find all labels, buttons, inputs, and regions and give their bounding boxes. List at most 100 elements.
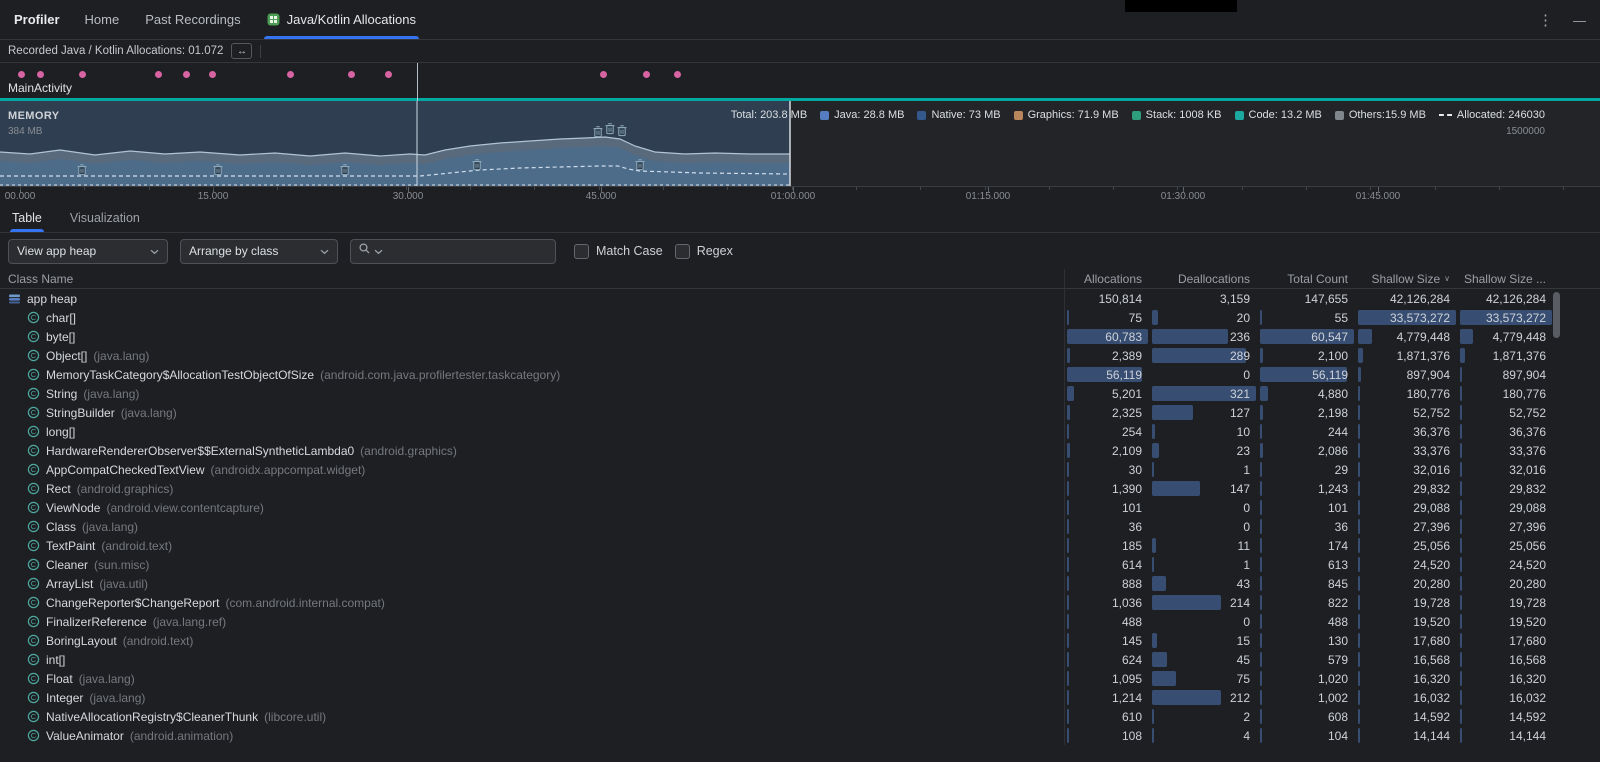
- value-heat-bar: [1460, 690, 1462, 705]
- allocation-event-dot[interactable]: [209, 71, 216, 78]
- numeric-cell: 19,520: [1356, 612, 1458, 631]
- column-header-class-name[interactable]: Class Name: [0, 269, 1065, 288]
- table-row[interactable]: CChangeReporter$ChangeReport(com.android…: [0, 593, 1600, 612]
- package-name: (java.lang): [82, 520, 138, 534]
- table-row[interactable]: CFinalizerReference(java.lang.ref)488048…: [0, 612, 1600, 631]
- table-row[interactable]: CValueAnimator(android.animation)1084104…: [0, 726, 1600, 745]
- value-heat-bar: [1152, 595, 1221, 610]
- heap-dropdown[interactable]: View app heap: [8, 239, 168, 264]
- numeric-cell: 2,389: [1065, 346, 1150, 365]
- search-input[interactable]: [386, 244, 548, 258]
- profiler-window: Profiler HomePast RecordingsJava/Kotlin …: [0, 0, 1600, 762]
- zoom-to-fit-button[interactable]: ↔: [231, 43, 252, 59]
- table-row[interactable]: Cchar[]75205533,573,27233,573,272: [0, 308, 1600, 327]
- time-label: 01:00.000: [771, 191, 816, 202]
- value-heat-bar: [1460, 462, 1462, 477]
- column-header-shallow-size[interactable]: Shallow Size ∨: [1356, 269, 1458, 288]
- window-icons: ⋮ —: [1538, 0, 1586, 40]
- allocation-event-dot[interactable]: [287, 71, 294, 78]
- package-name: (android.view.contentcapture): [106, 501, 263, 515]
- numeric-cell: 14,144: [1458, 726, 1554, 745]
- table-row[interactable]: CRect(android.graphics)1,3901471,24329,8…: [0, 479, 1600, 498]
- svg-text:C: C: [31, 731, 37, 740]
- table-row[interactable]: CStringBuilder(java.lang)2,3251272,19852…: [0, 403, 1600, 422]
- allocation-event-dot[interactable]: [643, 71, 650, 78]
- table-row[interactable]: CCleaner(sun.misc)614161324,52024,520: [0, 555, 1600, 574]
- class-name-cell: Cchar[]: [0, 308, 1065, 327]
- tab-home[interactable]: Home: [72, 0, 133, 39]
- table-row[interactable]: CTextPaint(android.text)1851117425,05625…: [0, 536, 1600, 555]
- arrange-dropdown[interactable]: Arrange by class: [180, 239, 338, 264]
- allocation-event-dot[interactable]: [600, 71, 607, 78]
- table-row[interactable]: CString(java.lang)5,2013214,880180,77618…: [0, 384, 1600, 403]
- tab-java-kotlin-allocations[interactable]: Java/Kotlin Allocations: [254, 0, 429, 39]
- event-track[interactable]: MainActivity: [0, 63, 1600, 101]
- table-row[interactable]: CInteger(java.lang)1,2142121,00216,03216…: [0, 688, 1600, 707]
- table-row[interactable]: app heap150,8143,159147,65542,126,28442,…: [0, 289, 1600, 308]
- allocation-event-dot[interactable]: [79, 71, 86, 78]
- value-heat-bar: [1260, 386, 1268, 401]
- axis-minor-tick: [663, 187, 664, 190]
- allocation-event-dot[interactable]: [155, 71, 162, 78]
- class-name-cell: CFinalizerReference(java.lang.ref): [0, 612, 1065, 631]
- view-tab-table[interactable]: Table: [10, 203, 44, 232]
- table-row[interactable]: CAppCompatCheckedTextView(androidx.appco…: [0, 460, 1600, 479]
- allocation-event-dot[interactable]: [348, 71, 355, 78]
- view-tab-visualization[interactable]: Visualization: [68, 203, 142, 232]
- value-heat-bar: [1358, 500, 1360, 515]
- table-row[interactable]: Cbyte[]60,78323660,5474,779,4484,779,448: [0, 327, 1600, 346]
- class-name-cell: CRect(android.graphics): [0, 479, 1065, 498]
- match-case-checkbox[interactable]: Match Case: [574, 244, 663, 259]
- numeric-cell: 147: [1150, 479, 1258, 498]
- numeric-cell: 30: [1065, 460, 1150, 479]
- numeric-cell: 33,573,272: [1458, 308, 1554, 327]
- table-row[interactable]: CHardwareRendererObserver$$ExternalSynth…: [0, 441, 1600, 460]
- class-name: Class: [46, 520, 76, 534]
- time-label: 01:30.000: [1161, 191, 1206, 202]
- table-row[interactable]: CClass(java.lang)3603627,39627,396: [0, 517, 1600, 536]
- numeric-cell: 610: [1065, 707, 1150, 726]
- memory-track[interactable]: MEMORY 384 MB Total: 203.8 MBJava: 28.8 …: [0, 101, 1600, 186]
- value-heat-bar: [1152, 329, 1228, 344]
- numeric-cell: 2,325: [1065, 403, 1150, 422]
- numeric-cell: 321: [1150, 384, 1258, 403]
- more-options-icon[interactable]: ⋮: [1538, 11, 1553, 29]
- svg-text:C: C: [31, 693, 37, 702]
- svg-text:C: C: [31, 446, 37, 455]
- numeric-cell: 32,016: [1458, 460, 1554, 479]
- allocation-event-dot[interactable]: [37, 71, 44, 78]
- header-bar: Profiler HomePast RecordingsJava/Kotlin …: [0, 0, 1600, 40]
- column-header-shallow-size-remaining[interactable]: Shallow Size ...: [1458, 269, 1554, 288]
- table-body: app heap150,8143,159147,65542,126,28442,…: [0, 289, 1600, 762]
- allocation-event-dot[interactable]: [674, 71, 681, 78]
- value-heat-bar: [1067, 595, 1069, 610]
- table-row[interactable]: CFloat(java.lang)1,095751,02016,32016,32…: [0, 669, 1600, 688]
- column-header-deallocations[interactable]: Deallocations: [1150, 269, 1258, 288]
- regex-checkbox[interactable]: Regex: [675, 244, 733, 259]
- value-heat-bar: [1358, 348, 1363, 363]
- table-row[interactable]: CMemoryTaskCategory$AllocationTestObject…: [0, 365, 1600, 384]
- search-box[interactable]: [350, 239, 556, 264]
- table-row[interactable]: CObject[](java.lang)2,3892892,1001,871,3…: [0, 346, 1600, 365]
- hide-window-icon[interactable]: —: [1573, 13, 1586, 28]
- table-row[interactable]: CNativeAllocationRegistry$CleanerThunk(l…: [0, 707, 1600, 726]
- table-row[interactable]: Cint[]6244557916,56816,568: [0, 650, 1600, 669]
- numeric-cell: 1: [1150, 555, 1258, 574]
- vertical-scrollbar-thumb[interactable]: [1553, 292, 1560, 338]
- table-row[interactable]: Clong[]2541024436,37636,376: [0, 422, 1600, 441]
- tab-past-recordings[interactable]: Past Recordings: [132, 0, 253, 39]
- table-row[interactable]: CArrayList(java.util)8884384520,28020,28…: [0, 574, 1600, 593]
- svg-text:C: C: [31, 313, 37, 322]
- table-row[interactable]: CBoringLayout(android.text)1451513017,68…: [0, 631, 1600, 650]
- numeric-cell: 27,396: [1356, 517, 1458, 536]
- class-name-cell: CStringBuilder(java.lang): [0, 403, 1065, 422]
- axis-minor-tick: [727, 187, 728, 190]
- package-name: (java.util): [99, 577, 148, 591]
- column-header-allocations[interactable]: Allocations: [1065, 269, 1150, 288]
- allocation-event-dot[interactable]: [183, 71, 190, 78]
- allocation-event-dot[interactable]: [18, 71, 25, 78]
- column-header-total-count[interactable]: Total Count: [1258, 269, 1356, 288]
- table-row[interactable]: CViewNode(android.view.contentcapture)10…: [0, 498, 1600, 517]
- allocation-event-dot[interactable]: [385, 71, 392, 78]
- axis-minor-tick: [84, 187, 85, 190]
